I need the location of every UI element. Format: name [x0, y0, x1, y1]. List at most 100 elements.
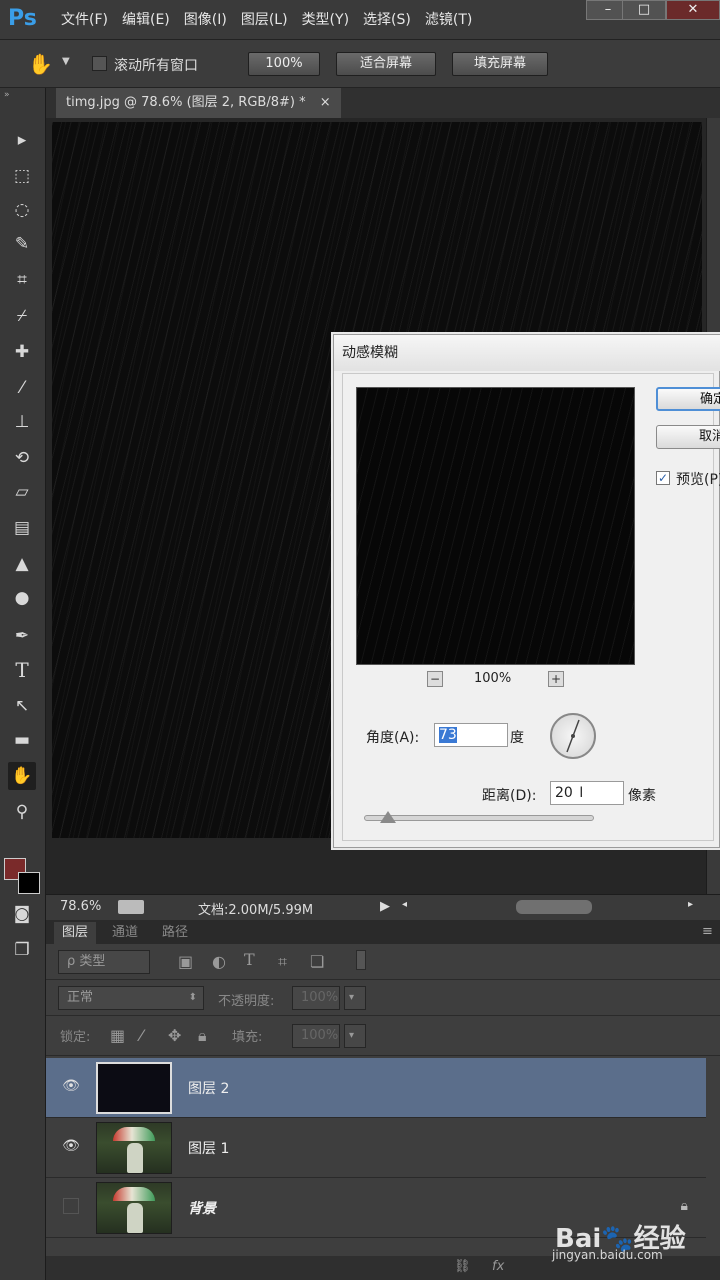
- layer-filter-select[interactable]: ρ 类型: [58, 950, 150, 974]
- layer-name[interactable]: 图层 2: [188, 1078, 229, 1098]
- layer-name[interactable]: 背景: [188, 1198, 216, 1218]
- opacity-field[interactable]: 100%: [292, 986, 340, 1010]
- scroll-left-icon[interactable]: ◂: [402, 899, 407, 910]
- menu-layer[interactable]: 图层(L): [234, 0, 295, 40]
- eye-icon[interactable]: 👁︎: [60, 1078, 82, 1096]
- opacity-dropdown-icon[interactable]: ▾: [344, 986, 366, 1010]
- history-brush-tool-icon[interactable]: ⟲: [8, 444, 36, 472]
- figure-graphic: [127, 1203, 143, 1233]
- distance-input[interactable]: 20 I: [550, 781, 624, 805]
- link-layers-icon[interactable]: ⛓: [454, 1259, 471, 1274]
- fx-icon[interactable]: fx: [492, 1259, 504, 1274]
- dodge-tool-icon[interactable]: ●: [8, 584, 36, 612]
- angle-input[interactable]: 73: [434, 723, 508, 747]
- stamp-tool-icon[interactable]: ⊥: [8, 408, 36, 436]
- marquee-tool-icon[interactable]: ⬚: [8, 162, 36, 190]
- fill-dropdown-icon[interactable]: ▾: [344, 1024, 366, 1048]
- quick-mask-icon[interactable]: ◙: [8, 900, 36, 928]
- menu-filter[interactable]: 滤镜(T): [418, 0, 479, 40]
- preview-checkbox[interactable]: ✓: [656, 471, 670, 485]
- umbrella-graphic: [113, 1127, 155, 1141]
- scroll-all-checkbox[interactable]: [92, 56, 107, 71]
- layer-name[interactable]: 图层 1: [188, 1138, 229, 1158]
- angle-dial[interactable]: [550, 713, 596, 759]
- fill-field[interactable]: 100%: [292, 1024, 340, 1048]
- distance-slider-track[interactable]: [364, 815, 594, 821]
- screen-mode-icon[interactable]: ❐: [8, 936, 36, 964]
- zoom-tool-icon[interactable]: ⚲: [8, 798, 36, 826]
- path-select-tool-icon[interactable]: ↖: [8, 692, 36, 720]
- crop-tool-icon[interactable]: ⌗: [8, 266, 36, 294]
- hand-tool-preset-icon[interactable]: ✋: [28, 52, 53, 76]
- move-tool-icon[interactable]: ▸: [8, 126, 36, 154]
- close-tab-icon[interactable]: ×: [320, 95, 331, 110]
- lock-pixels-icon[interactable]: ⁄: [140, 1026, 143, 1045]
- document-tab[interactable]: timg.jpg @ 78.6% (图层 2, RGB/8#) * ×: [56, 88, 341, 118]
- gradient-tool-icon[interactable]: ▤: [8, 514, 36, 542]
- layer-row-layer1[interactable]: 👁︎ 图层 1: [46, 1118, 706, 1178]
- dialog-title[interactable]: 动感模糊: [334, 335, 720, 371]
- filter-shape-icon[interactable]: ⌗: [278, 952, 287, 972]
- menu-edit[interactable]: 编辑(E): [115, 0, 177, 40]
- tab-channels[interactable]: 通道: [104, 922, 146, 944]
- scroll-right-icon[interactable]: ▸: [688, 899, 693, 910]
- visibility-toggle[interactable]: [63, 1198, 79, 1214]
- pen-tool-icon[interactable]: ✒: [8, 622, 36, 650]
- panel-menu-icon[interactable]: ≡: [702, 924, 713, 939]
- tab-layers[interactable]: 图层: [54, 922, 97, 944]
- rectangle-tool-icon[interactable]: ▬: [8, 726, 36, 754]
- background-color-swatch[interactable]: [18, 872, 40, 894]
- zoom-100-button[interactable]: 100%: [248, 52, 320, 76]
- filter-pixel-icon[interactable]: ▣: [178, 952, 193, 971]
- cancel-button[interactable]: 取消: [656, 425, 720, 449]
- lock-all-icon[interactable]: 🔒︎: [198, 1026, 207, 1046]
- zoom-readout[interactable]: 78.6%: [60, 899, 101, 914]
- hand-tool-icon[interactable]: ✋: [8, 762, 36, 790]
- text-cursor-icon: I: [579, 785, 584, 801]
- status-info-icon: [118, 900, 144, 914]
- ok-button[interactable]: 确定: [656, 387, 720, 411]
- close-button[interactable]: ✕: [666, 0, 720, 20]
- tab-paths[interactable]: 路径: [154, 922, 196, 944]
- status-menu-arrow-icon[interactable]: ▶: [380, 899, 390, 914]
- brush-tool-icon[interactable]: ⁄: [8, 374, 36, 402]
- healing-brush-tool-icon[interactable]: ✚: [8, 338, 36, 366]
- opacity-label: 不透明度:: [218, 994, 275, 1009]
- fit-screen-button[interactable]: 适合屏幕: [336, 52, 436, 76]
- fill-screen-button[interactable]: 填充屏幕: [452, 52, 548, 76]
- fill-label: 填充:: [232, 1030, 263, 1045]
- document-tab-title: timg.jpg @ 78.6% (图层 2, RGB/8#) *: [66, 95, 306, 110]
- blend-mode-select[interactable]: 正常 ⬍: [58, 986, 204, 1010]
- eye-icon[interactable]: 👁︎: [60, 1138, 82, 1156]
- document-size: 文档:2.00M/5.99M: [198, 903, 314, 918]
- filter-type-icon[interactable]: T: [244, 950, 255, 969]
- eyedropper-tool-icon[interactable]: ⌿: [8, 302, 36, 330]
- collapse-icon[interactable]: »: [4, 90, 10, 100]
- zoom-out-button[interactable]: −: [427, 671, 443, 687]
- layer-thumbnail: [96, 1182, 172, 1234]
- menu-file[interactable]: 文件(F): [54, 0, 115, 40]
- filter-preview[interactable]: [356, 387, 635, 665]
- lock-position-icon[interactable]: ✥: [168, 1026, 181, 1045]
- filter-toggle[interactable]: [356, 950, 366, 970]
- lock-label: 锁定:: [60, 1030, 91, 1045]
- type-tool-icon[interactable]: T: [8, 656, 36, 684]
- horizontal-scrollbar-thumb[interactable]: [516, 900, 592, 914]
- quick-select-tool-icon[interactable]: ✎: [8, 230, 36, 258]
- lasso-tool-icon[interactable]: ◌: [8, 196, 36, 224]
- menu-image[interactable]: 图像(I): [177, 0, 234, 40]
- distance-slider-thumb[interactable]: [380, 811, 396, 823]
- eraser-tool-icon[interactable]: ▱: [8, 478, 36, 506]
- filter-smart-object-icon[interactable]: ❏: [310, 952, 324, 971]
- blend-row: 正常 ⬍ 不透明度: 100% ▾: [46, 980, 720, 1016]
- chevron-down-icon[interactable]: ▼: [62, 56, 70, 67]
- menu-select[interactable]: 选择(S): [356, 0, 418, 40]
- filter-adjustment-icon[interactable]: ◐: [212, 952, 226, 971]
- blur-tool-icon[interactable]: ▲: [8, 550, 36, 578]
- maximize-button[interactable]: □: [622, 0, 666, 20]
- angle-unit: 度: [510, 730, 524, 746]
- layer-row-layer2[interactable]: 👁︎ 图层 2: [46, 1058, 706, 1118]
- menu-type[interactable]: 类型(Y): [295, 0, 356, 40]
- zoom-in-button[interactable]: +: [548, 671, 564, 687]
- lock-transparency-icon[interactable]: ▦: [110, 1026, 125, 1045]
